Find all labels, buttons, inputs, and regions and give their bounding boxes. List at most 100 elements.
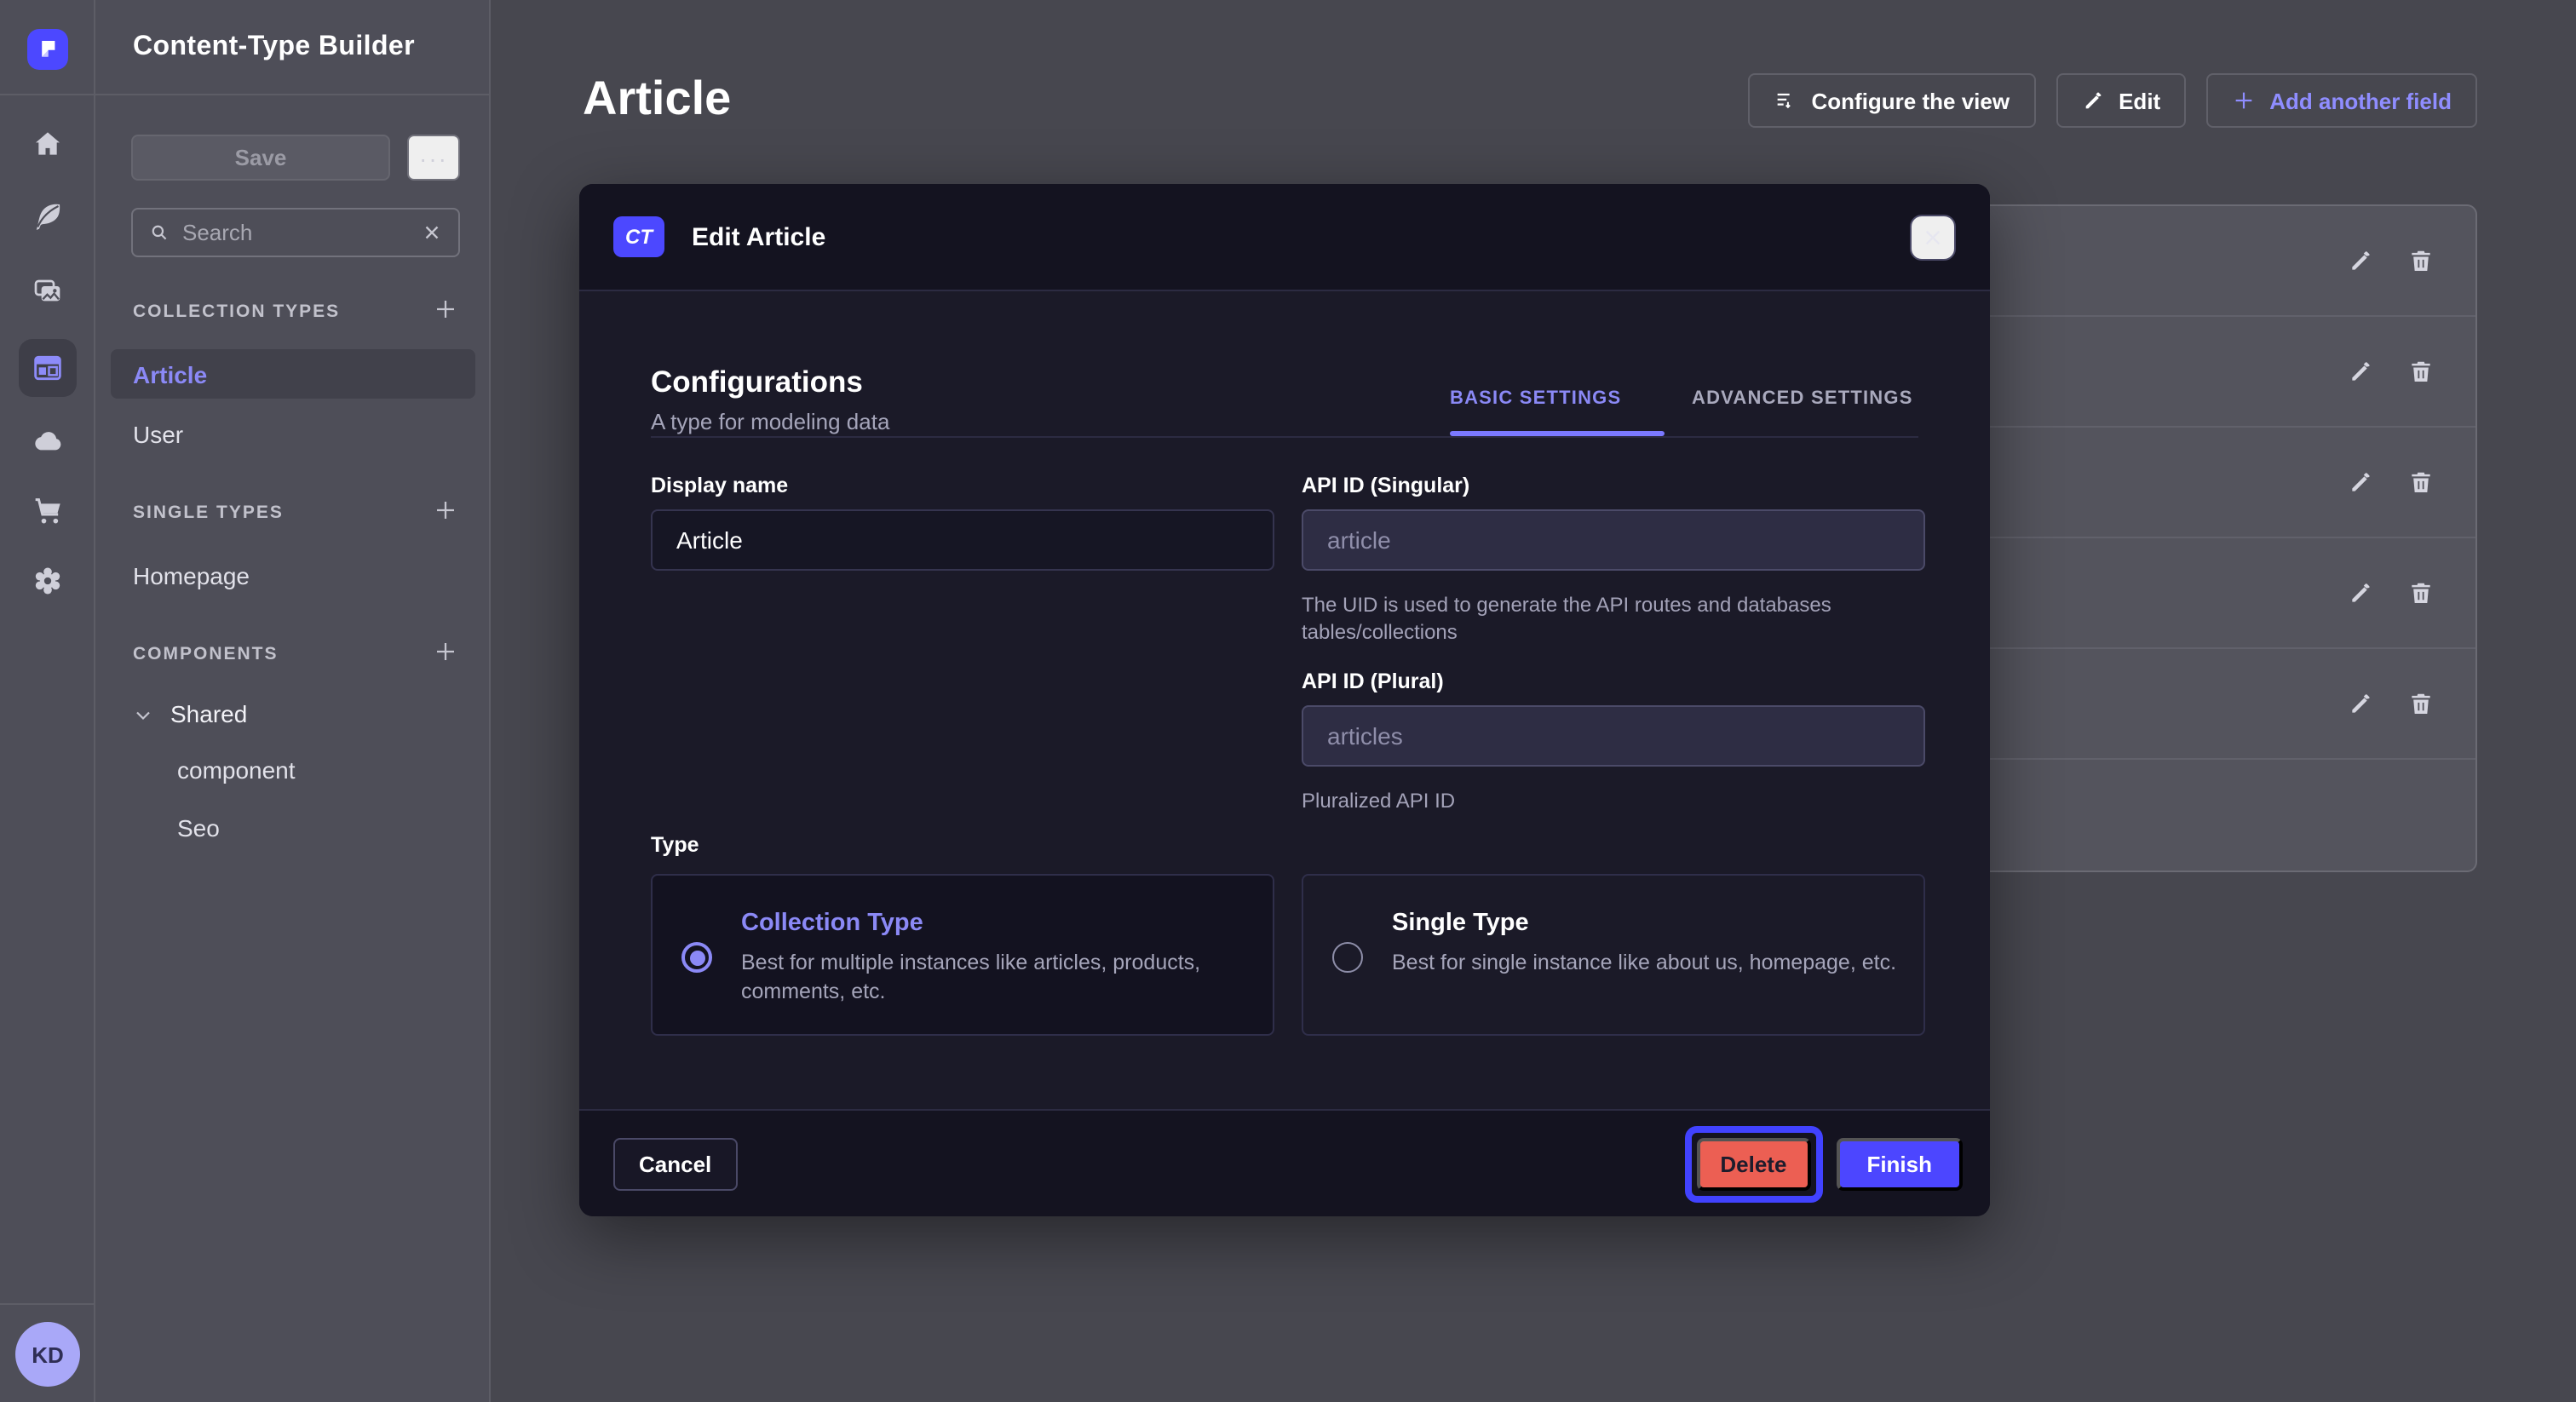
content-type-badge: CT	[613, 216, 664, 257]
sidebar-item-label: Homepage	[133, 561, 250, 589]
plugin-sidebar: Content-Type Builder Save ··· COLLECTION…	[95, 0, 491, 1402]
edit-field-icon[interactable]	[2348, 247, 2375, 274]
single-type-title: Single Type	[1392, 910, 1529, 937]
save-button[interactable]: Save	[131, 135, 390, 181]
media-library-icon[interactable]	[31, 274, 65, 308]
add-single-type-button[interactable]	[433, 497, 458, 523]
add-another-field-button[interactable]: Add another field	[2206, 73, 2477, 128]
modal-footer: Cancel Delete Finish	[579, 1109, 1990, 1216]
more-options-button[interactable]: ···	[407, 135, 460, 181]
marketplace-cart-icon[interactable]	[31, 494, 65, 528]
cancel-button[interactable]: Cancel	[613, 1137, 737, 1190]
add-field-label: Add another field	[2269, 88, 2452, 113]
rail-divider	[0, 1303, 95, 1305]
modal-body: Configurations A type for modeling data …	[579, 291, 1990, 1109]
add-collection-type-button[interactable]	[433, 296, 458, 322]
configure-list-icon	[1774, 89, 1798, 112]
delete-field-icon[interactable]	[2407, 247, 2435, 274]
settings-gear-icon[interactable]	[31, 564, 65, 598]
delete-label: Delete	[1720, 1151, 1786, 1176]
api-id-singular-input[interactable]	[1302, 509, 1925, 571]
delete-field-icon[interactable]	[2407, 690, 2435, 717]
type-label: Type	[651, 833, 699, 857]
rail-header	[0, 0, 94, 95]
tab-basic-settings[interactable]: BASIC SETTINGS	[1450, 388, 1621, 409]
display-name-input[interactable]	[651, 509, 1274, 571]
search-icon	[148, 221, 170, 244]
modal-title: Edit Article	[692, 222, 825, 251]
api-id-plural-hint: Pluralized API ID	[1302, 787, 1901, 814]
group-label: Shared	[170, 700, 247, 727]
avatar-initials: KD	[32, 1342, 64, 1367]
collection-types-section-label: COLLECTION TYPES	[133, 302, 340, 322]
app-root: KD Content-Type Builder Save ··· COLLECT…	[0, 0, 2576, 1402]
collection-type-description: Best for multiple instances like article…	[741, 949, 1245, 1005]
modal-header: CT Edit Article	[579, 184, 1990, 291]
edit-button-label: Edit	[2119, 88, 2160, 113]
close-icon	[1923, 227, 1942, 246]
delete-field-icon[interactable]	[2407, 579, 2435, 606]
single-type-radio[interactable]	[1332, 942, 1363, 973]
tabs-divider	[651, 436, 1918, 438]
delete-button-highlight-ring: Delete	[1684, 1125, 1822, 1202]
configure-view-button[interactable]: Configure the view	[1749, 73, 2036, 128]
close-modal-button[interactable]	[1910, 214, 1956, 260]
pencil-icon	[2081, 89, 2105, 112]
sidebar-item-homepage[interactable]: Homepage	[111, 550, 475, 600]
user-avatar[interactable]: KD	[15, 1322, 80, 1387]
single-types-section-label: SINGLE TYPES	[133, 503, 284, 523]
api-id-singular-hint: The UID is used to generate the API rout…	[1302, 591, 1901, 646]
finish-button[interactable]: Finish	[1836, 1137, 1963, 1190]
sidebar-item-label: User	[133, 420, 183, 447]
sidebar-item-label: Article	[133, 360, 207, 388]
cancel-label: Cancel	[639, 1151, 711, 1176]
header-actions: Configure the view Edit Add another fiel…	[1749, 73, 2478, 128]
cloud-icon[interactable]	[31, 424, 65, 458]
ellipsis-icon: ···	[419, 144, 448, 171]
tab-advanced-settings[interactable]: ADVANCED SETTINGS	[1692, 388, 1913, 409]
content-type-builder-icon-active[interactable]	[19, 339, 77, 397]
components-section-label: COMPONENTS	[133, 644, 279, 664]
edit-field-icon[interactable]	[2348, 690, 2375, 717]
component-group-shared[interactable]: Shared	[95, 692, 491, 736]
add-component-button[interactable]	[433, 639, 458, 664]
chevron-down-icon	[133, 704, 153, 724]
api-id-singular-label: API ID (Singular)	[1302, 474, 1469, 497]
nav-rail: KD	[0, 0, 95, 1402]
collection-type-title: Collection Type	[741, 910, 923, 937]
collection-type-radio[interactable]	[681, 942, 712, 973]
api-id-plural-input[interactable]	[1302, 705, 1925, 767]
plus-icon	[2232, 89, 2256, 112]
sidebar-search	[131, 208, 460, 257]
edit-article-modal: CT Edit Article Configurations A type fo…	[579, 184, 1990, 1216]
configurations-title: Configurations	[651, 365, 863, 400]
sidebar-header: Content-Type Builder	[95, 0, 489, 95]
search-input[interactable]	[182, 220, 409, 245]
sidebar-item-seo[interactable]: Seo	[177, 814, 220, 842]
api-id-plural-label: API ID (Plural)	[1302, 669, 1444, 693]
strapi-logo-icon[interactable]	[27, 29, 68, 70]
finish-label: Finish	[1866, 1151, 1932, 1176]
content-manager-feather-icon[interactable]	[31, 199, 65, 233]
delete-button[interactable]: Delete	[1696, 1137, 1810, 1190]
sidebar-item-user[interactable]: User	[111, 409, 475, 458]
badge-label: CT	[625, 225, 653, 249]
delete-field-icon[interactable]	[2407, 358, 2435, 385]
home-icon[interactable]	[31, 128, 65, 162]
edit-field-icon[interactable]	[2348, 579, 2375, 606]
delete-field-icon[interactable]	[2407, 468, 2435, 496]
edit-field-icon[interactable]	[2348, 358, 2375, 385]
configurations-subtitle: A type for modeling data	[651, 409, 889, 434]
collection-type-card[interactable]: Collection Type Best for multiple instan…	[651, 874, 1274, 1036]
sidebar-item-component[interactable]: component	[177, 756, 296, 784]
footer-actions: Delete Finish	[1684, 1125, 1963, 1202]
configure-view-label: Configure the view	[1812, 88, 2010, 113]
edit-field-icon[interactable]	[2348, 468, 2375, 496]
sidebar-item-article[interactable]: Article	[111, 349, 475, 399]
clear-search-icon[interactable]	[421, 221, 443, 244]
single-type-description: Best for single instance like about us, …	[1392, 949, 1896, 977]
save-button-label: Save	[235, 145, 287, 170]
sidebar-title: Content-Type Builder	[133, 32, 415, 62]
single-type-card[interactable]: Single Type Best for single instance lik…	[1302, 874, 1925, 1036]
edit-button[interactable]: Edit	[2056, 73, 2186, 128]
